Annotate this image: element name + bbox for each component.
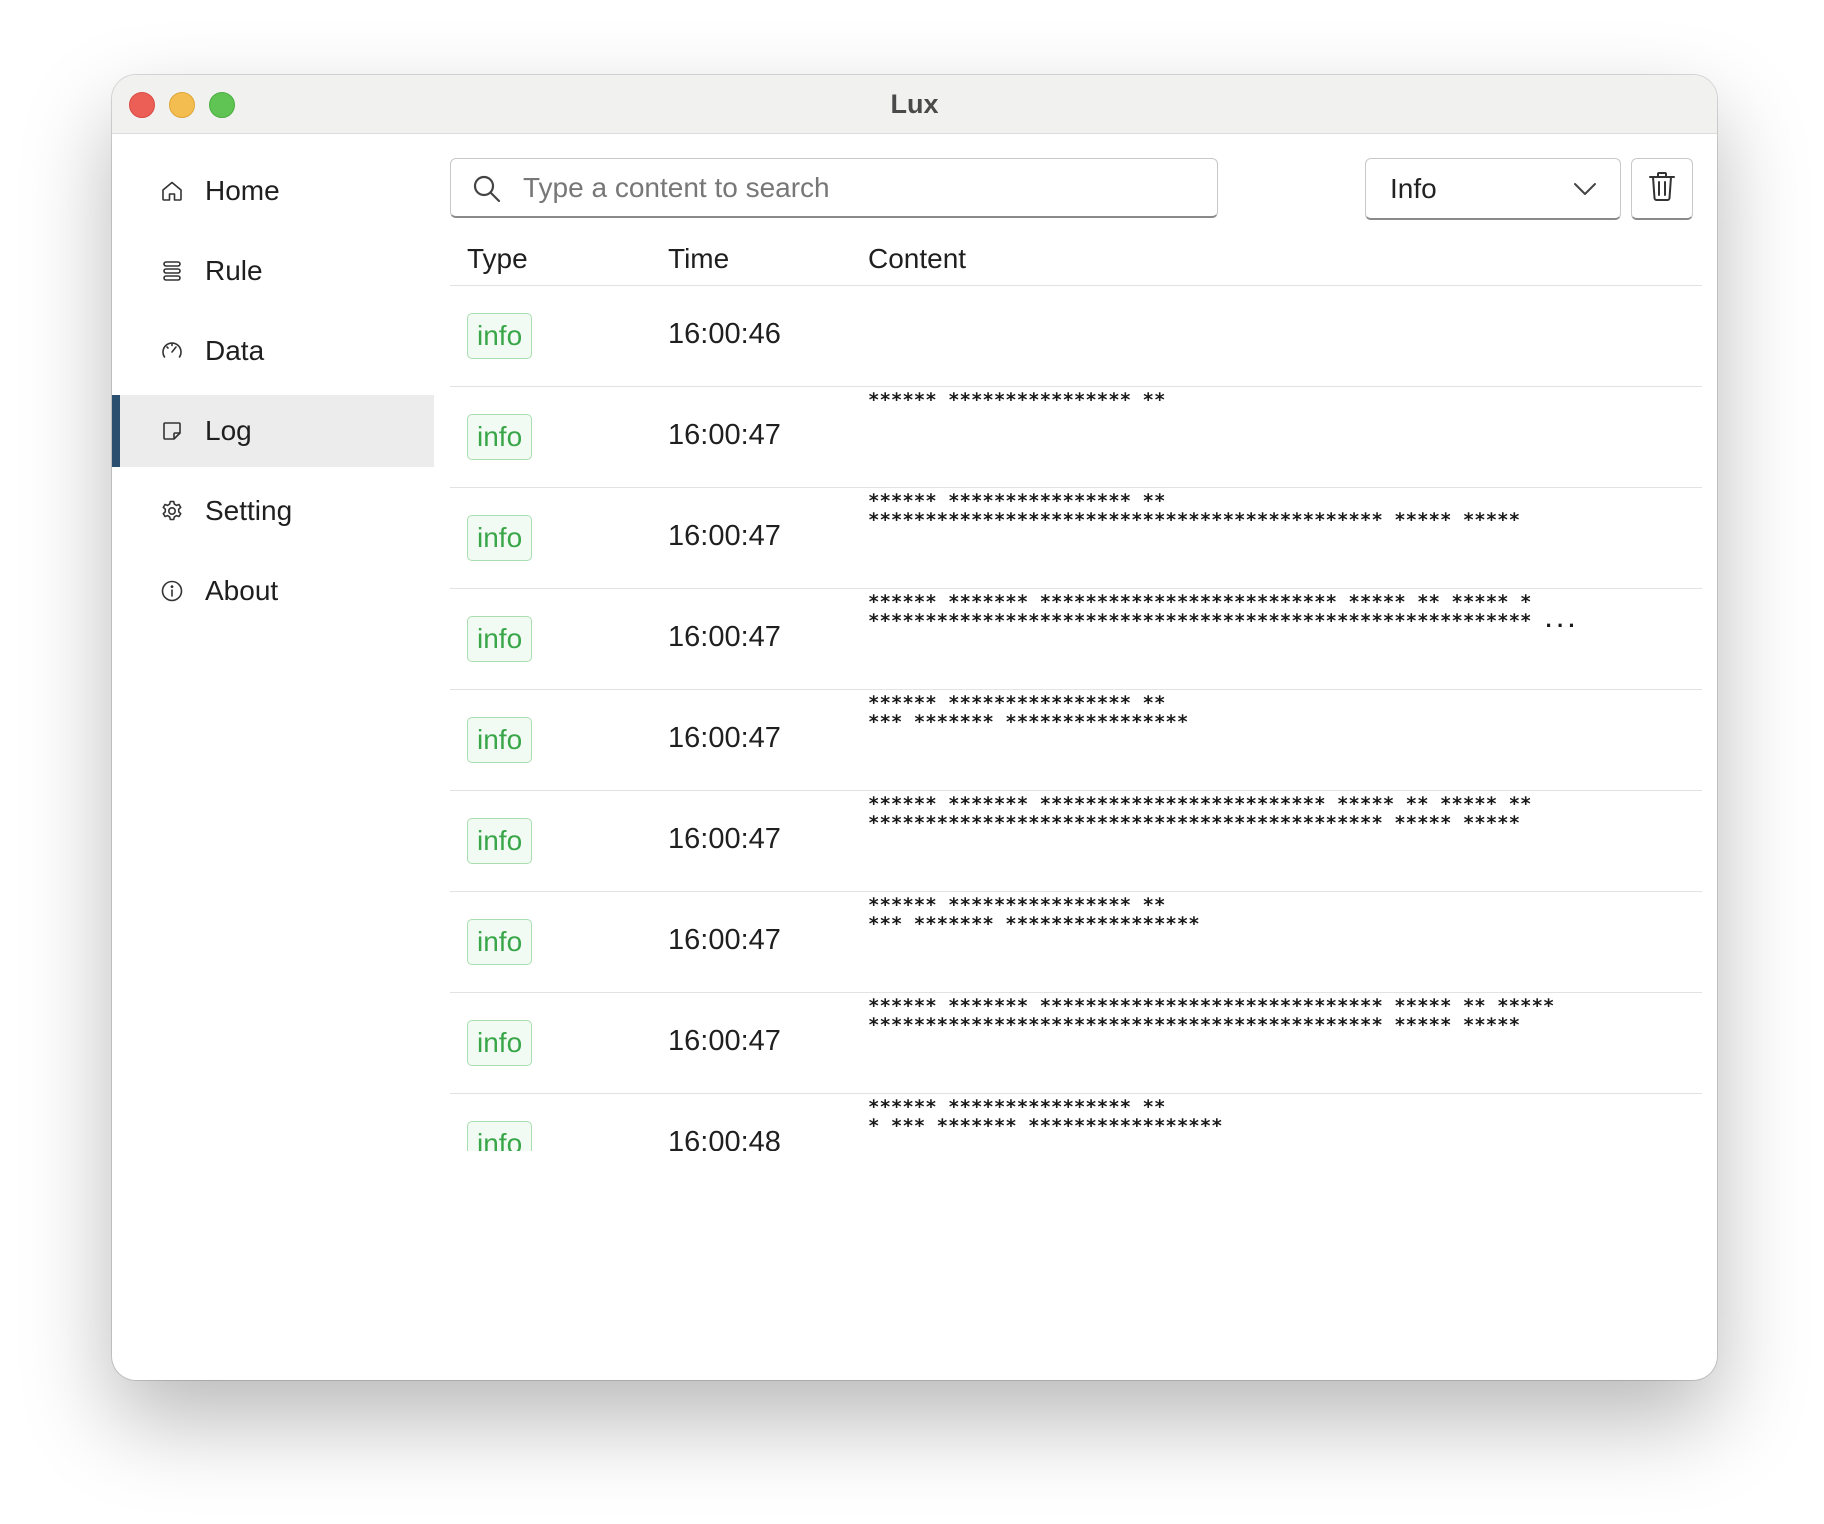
gauge-icon bbox=[159, 338, 185, 364]
column-header-type: Type bbox=[467, 243, 528, 274]
type-badge: info bbox=[467, 515, 533, 561]
sidebar-item-label: Home bbox=[205, 175, 280, 206]
column-header-content: Content bbox=[868, 243, 967, 274]
table-row[interactable]: info 16:00:47 ****** ******* ***********… bbox=[450, 488, 1702, 733]
title-bar: Lux bbox=[112, 75, 1717, 134]
type-badge: info bbox=[467, 818, 533, 864]
time-cell: 16:00:47 bbox=[668, 823, 781, 855]
column-header-time: Time bbox=[668, 243, 730, 274]
clear-log-button[interactable] bbox=[1631, 158, 1693, 220]
log-level-value: Info bbox=[1390, 173, 1437, 204]
list-icon bbox=[159, 258, 185, 284]
type-badge: info bbox=[467, 1020, 533, 1066]
info-icon bbox=[159, 578, 185, 604]
window-title: Lux bbox=[890, 89, 939, 119]
sidebar-item-label: Setting bbox=[205, 495, 293, 526]
table-row[interactable]: info 16:00:48 ****** **************** **… bbox=[450, 1094, 1702, 1151]
type-badge: info bbox=[467, 414, 533, 460]
app-window: Lux Home Rule Data Log Setting About Typ… bbox=[112, 75, 1717, 1380]
search-box[interactable] bbox=[450, 158, 1218, 218]
time-cell: 16:00:46 bbox=[668, 318, 781, 350]
log-level-select[interactable]: Info bbox=[1365, 158, 1621, 220]
table-header: Type Time Content bbox=[450, 233, 1702, 286]
sidebar-item-log[interactable]: Log bbox=[112, 395, 434, 467]
search-icon bbox=[471, 173, 503, 205]
log-panel: Info Type Time Content info 16:00:46 bbox=[450, 133, 1717, 1380]
table-row[interactable]: info 16:00:47 ****** **************** **… bbox=[450, 993, 1702, 1118]
sidebar-item-rule[interactable]: Rule bbox=[112, 235, 434, 307]
table-row[interactable]: info 16:00:47 ****** ******* ***********… bbox=[450, 892, 1702, 1137]
table-row[interactable]: info 16:00:47 ****** ******* ***********… bbox=[450, 690, 1702, 935]
gear-icon bbox=[159, 498, 185, 524]
sidebar-item-about[interactable]: About bbox=[112, 555, 434, 627]
log-table: Type Time Content info 16:00:46 ****** *… bbox=[450, 233, 1702, 1248]
trash-icon bbox=[1647, 170, 1677, 207]
time-cell: 16:00:47 bbox=[668, 1025, 781, 1057]
home-icon bbox=[159, 178, 185, 204]
sidebar: Home Rule Data Log Setting About bbox=[112, 133, 434, 1380]
time-cell: 16:00:48 bbox=[668, 1126, 781, 1151]
content-cell: ****** **************** ** *************… bbox=[868, 1108, 1638, 1151]
note-icon bbox=[159, 418, 185, 444]
sidebar-item-home[interactable]: Home bbox=[112, 155, 434, 227]
table-body[interactable]: info 16:00:46 ****** **************** **… bbox=[450, 286, 1702, 1151]
type-badge: info bbox=[467, 313, 533, 359]
table-row[interactable]: info 16:00:47 ****** **************** **… bbox=[450, 791, 1702, 1036]
sidebar-item-label: Data bbox=[205, 335, 265, 366]
sidebar-item-setting[interactable]: Setting bbox=[112, 475, 434, 547]
type-badge: info bbox=[467, 616, 533, 662]
table-row[interactable]: info 16:00:46 ****** **************** **… bbox=[450, 286, 1702, 531]
search-input[interactable] bbox=[521, 167, 1205, 209]
time-cell: 16:00:47 bbox=[668, 722, 781, 754]
time-cell: 16:00:47 bbox=[668, 621, 781, 653]
type-badge: info bbox=[467, 1121, 533, 1151]
sidebar-item-data[interactable]: Data bbox=[112, 315, 434, 387]
type-badge: info bbox=[467, 919, 533, 965]
sidebar-item-label: Rule bbox=[205, 255, 263, 286]
time-cell: 16:00:47 bbox=[668, 419, 781, 451]
sidebar-item-label: About bbox=[205, 575, 279, 606]
time-cell: 16:00:47 bbox=[668, 520, 781, 552]
type-badge: info bbox=[467, 717, 533, 763]
table-row[interactable]: info 16:00:47 ****** **************** **… bbox=[450, 387, 1702, 632]
table-row[interactable]: info 16:00:47 ****** **************** **… bbox=[450, 589, 1702, 834]
sidebar-item-label: Log bbox=[205, 415, 252, 446]
time-cell: 16:00:47 bbox=[668, 924, 781, 956]
chevron-down-icon bbox=[1572, 179, 1598, 199]
